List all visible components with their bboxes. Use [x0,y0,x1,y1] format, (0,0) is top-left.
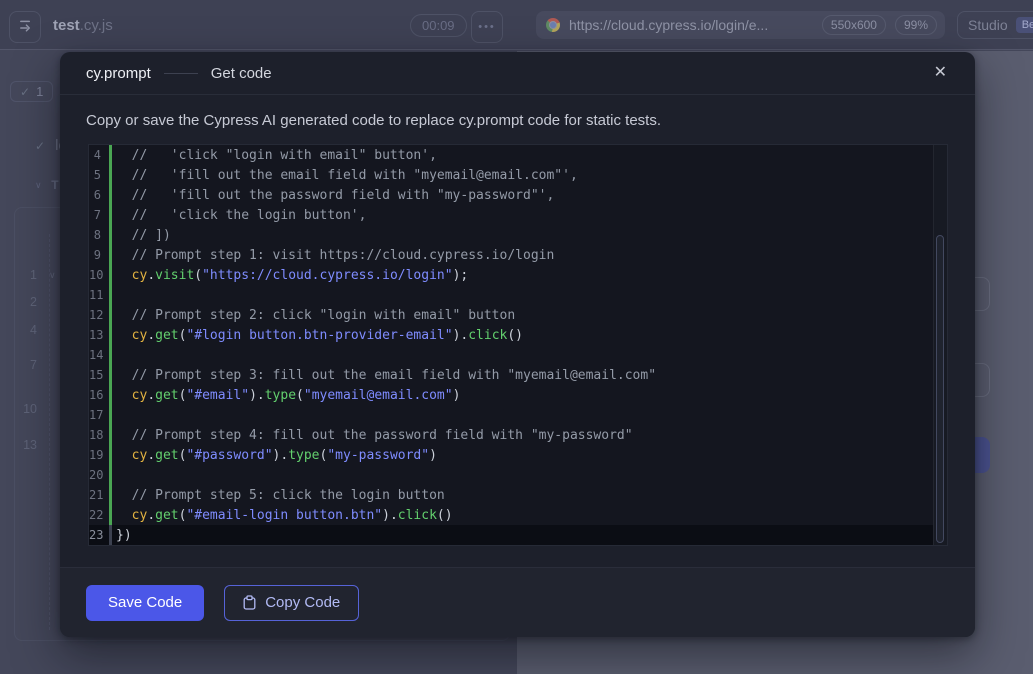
command-log-row: 13 [15,436,37,454]
code-line: 19 cy.get("#password").type("my-password… [89,445,947,465]
code-editor[interactable]: 4 // 'click "login with email" button',5… [88,144,948,546]
code-line: 22 cy.get("#email-login button.btn").cli… [89,505,947,525]
code-line: 11 [89,285,947,305]
url-bar: https://cloud.cypress.io/login/e... 550x… [536,11,945,39]
copy-code-button[interactable]: Copy Code [224,585,359,621]
code-line: 15 // Prompt step 3: fill out the email … [89,365,947,385]
code-line: 5 // 'fill out the email field with "mye… [89,165,947,185]
save-code-button[interactable]: Save Code [86,585,204,621]
app-window: test.cy.js 00:09 ••• https://cloud.cypre… [0,0,1033,674]
check-icon: ✓ [20,85,30,99]
command-log-indent-line [49,234,50,630]
command-log-row: 4 [15,321,37,339]
passed-count: 1 [36,84,43,99]
spec-name-primary: test [53,17,80,34]
modal-subtitle: Get code [211,65,272,82]
test-timer: 00:09 [410,14,467,37]
close-icon[interactable]: ✕ [930,63,951,83]
code-lines: 4 // 'click "login with email" button',5… [89,145,947,545]
clipboard-icon [243,595,256,610]
code-line: 7 // 'click the login button', [89,205,947,225]
command-log-row: 1∨ [15,266,56,284]
url-text: https://cloud.cypress.io/login/e... [569,17,813,33]
code-line: 20 [89,465,947,485]
modal-header: cy.prompt Get code ✕ [60,52,975,95]
zoom-level-badge: 99% [895,15,937,35]
code-line: 9 // Prompt step 1: visit https://cloud.… [89,245,947,265]
code-line: 17 [89,405,947,425]
command-log-row: 2 [15,293,37,311]
expand-sidebar-icon [18,20,33,35]
studio-button: Studio Beta [957,11,1033,39]
title-separator [164,73,198,74]
scrollbar-thumb[interactable] [936,235,944,543]
chevron-down-icon: ∨ [35,180,42,191]
code-line: 18 // Prompt step 4: fill out the passwo… [89,425,947,445]
code-line: 16 cy.get("#email").type("myemail@email.… [89,385,947,405]
browser-favicon-icon [546,18,560,32]
code-line: 14 [89,345,947,365]
passed-tests-badge: ✓ 1 [10,81,53,102]
code-line: 23}) [89,525,947,545]
get-code-modal: cy.prompt Get code ✕ Copy or save the Cy… [60,52,975,637]
code-line: 4 // 'click "login with email" button', [89,145,947,165]
more-options-button: ••• [471,11,503,43]
code-line: 8 // ]) [89,225,947,245]
code-line: 21 // Prompt step 5: click the login but… [89,485,947,505]
top-bar: test.cy.js 00:09 ••• https://cloud.cypre… [0,0,1033,50]
check-icon: ✓ [35,139,45,153]
code-line: 13 cy.get("#login button.btn-provider-em… [89,325,947,345]
sidebar-toggle-button [9,11,41,43]
command-log-row: 7 [15,356,37,374]
studio-label: Studio [968,17,1008,33]
spec-name: test.cy.js [53,0,113,50]
command-log-row: 10 [15,400,37,418]
code-line: 12 // Prompt step 2: click "login with e… [89,305,947,325]
copy-code-label: Copy Code [265,594,340,611]
spec-name-extension: .cy.js [80,17,113,34]
code-line: 10 cy.visit("https://cloud.cypress.io/lo… [89,265,947,285]
modal-description: Copy or save the Cypress AI generated co… [60,95,975,129]
scrollbar-track[interactable] [933,145,947,545]
modal-footer: Save Code Copy Code [60,567,975,637]
viewport-size-badge: 550x600 [822,15,886,35]
modal-title: cy.prompt [86,65,151,82]
code-line: 6 // 'fill out the password field with "… [89,185,947,205]
studio-beta-badge: Beta [1016,17,1033,33]
